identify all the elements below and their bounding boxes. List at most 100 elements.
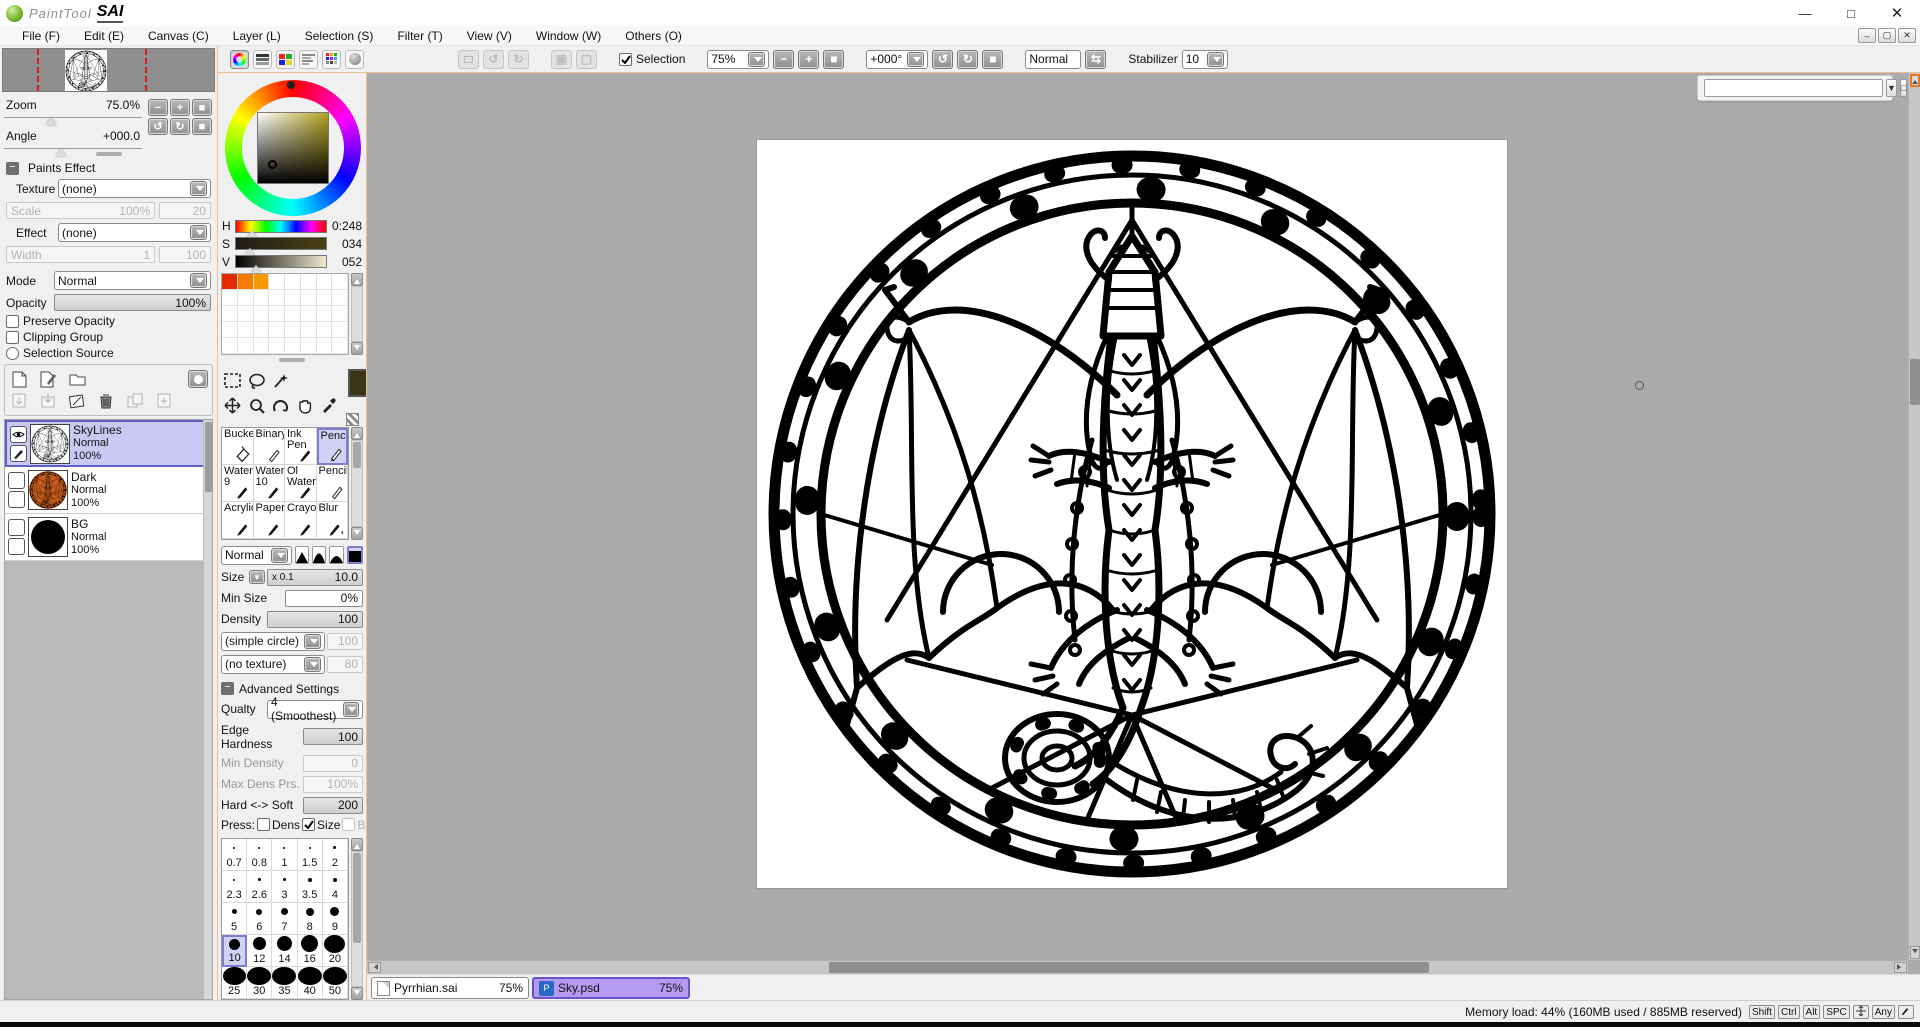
brush-shape-square-selected[interactable] xyxy=(347,546,363,564)
brush-size-item[interactable]: 30 xyxy=(247,967,272,999)
scroll-down-arrow[interactable] xyxy=(1910,946,1920,959)
close-button[interactable]: ✕ xyxy=(1874,0,1920,26)
size-unit-button[interactable]: ▼ xyxy=(249,570,265,584)
brush-size-item[interactable]: 14 xyxy=(272,935,297,967)
swatch[interactable] xyxy=(269,274,285,290)
brush-size-item[interactable]: 50 xyxy=(323,967,348,999)
saturation-value-square[interactable] xyxy=(257,112,329,184)
brush-shape-flat[interactable] xyxy=(329,546,344,564)
swatch[interactable] xyxy=(222,322,238,338)
brush-size-item[interactable]: 4 xyxy=(323,871,348,903)
vertical-scroll-thumb[interactable] xyxy=(1910,359,1920,405)
tab-sky-psd[interactable]: P Sky.psd 75% xyxy=(532,977,690,999)
swatch[interactable] xyxy=(269,290,285,306)
brush-size-item[interactable]: 1.5 xyxy=(298,839,323,871)
view-zoom-combo[interactable]: 75% xyxy=(707,50,769,69)
layer-row-skylines[interactable]: SkyLines Normal 100% xyxy=(5,420,212,467)
tool-oil-water[interactable]: Ol Water xyxy=(285,465,317,502)
rotate-cw-button[interactable]: ↻ xyxy=(170,118,190,135)
swatch[interactable] xyxy=(269,306,285,322)
rotate-reset-button[interactable]: ■ xyxy=(192,118,212,135)
brush-size-item[interactable]: 6 xyxy=(247,903,272,935)
layer-visible-toggle[interactable] xyxy=(8,519,25,536)
chevron-down-icon[interactable] xyxy=(748,52,765,67)
menu-edit[interactable]: Edit (E) xyxy=(72,29,136,43)
swatch[interactable] xyxy=(285,274,301,290)
menu-selection[interactable]: Selection (S) xyxy=(293,29,386,43)
view-angle-combo[interactable]: +000° xyxy=(866,50,928,69)
layer-row-dark[interactable]: Dark Normal 100% xyxy=(5,467,212,514)
menu-view[interactable]: View (V) xyxy=(455,29,524,43)
paints-effect-header[interactable]: − Paints Effect xyxy=(0,159,217,177)
selection-extract-button[interactable] xyxy=(458,50,479,69)
move-tool-icon[interactable] xyxy=(221,394,244,418)
navigator-preview[interactable] xyxy=(2,48,215,92)
layer-row-bg[interactable]: BG Normal 100% xyxy=(5,514,212,561)
brush-size-item[interactable]: 0.8 xyxy=(247,839,272,871)
color-sliders-panel-icon[interactable] xyxy=(253,50,272,69)
view-zoom-out-button[interactable]: − xyxy=(773,50,794,69)
brush-texture-select[interactable]: (no texture) xyxy=(221,655,325,674)
view-rotate-ccw-button[interactable]: ↺ xyxy=(932,50,953,69)
rotate-ccw-button[interactable]: ↺ xyxy=(148,118,168,135)
swatch[interactable] xyxy=(254,306,270,322)
tool-water-9[interactable]: Water 9 xyxy=(222,465,254,502)
lasso-icon[interactable] xyxy=(245,369,268,393)
swatch[interactable] xyxy=(222,338,238,354)
quick-search-input[interactable] xyxy=(1704,79,1883,97)
chevron-down-icon[interactable] xyxy=(190,273,207,288)
edge-hardness-bar[interactable]: 100 xyxy=(303,728,363,745)
swatch[interactable] xyxy=(317,306,333,322)
layer-visible-toggle[interactable] xyxy=(8,472,25,489)
new-layer-icon[interactable] xyxy=(9,370,29,388)
swatch[interactable] xyxy=(254,322,270,338)
navigator-zoom-slider[interactable]: Zoom 75.0% xyxy=(4,96,142,118)
flip-view-button[interactable]: ⇆ xyxy=(1085,50,1106,69)
chevron-down-icon[interactable]: ▼ xyxy=(1886,79,1897,97)
swatch[interactable] xyxy=(238,274,254,290)
chevron-down-icon[interactable] xyxy=(304,657,321,672)
rect-select-icon[interactable] xyxy=(221,369,244,393)
swatch[interactable] xyxy=(332,322,348,338)
tool-crayon[interactable]: Crayon xyxy=(285,502,317,539)
clipping-group-checkbox[interactable] xyxy=(6,331,19,344)
menu-window[interactable]: Window (W) xyxy=(524,29,613,43)
selection-source-radio[interactable] xyxy=(6,347,19,360)
brush-size-item[interactable]: 0.7 xyxy=(222,839,247,871)
tool-blur[interactable]: Blur xyxy=(317,502,349,539)
rotate-tool-icon[interactable] xyxy=(269,394,292,418)
zoom-reset-button[interactable]: ■ xyxy=(192,99,212,116)
tool-water-10[interactable]: Water 10 xyxy=(254,465,286,502)
quality-select[interactable]: 4 (Smoothest) xyxy=(267,700,363,719)
deselect-button[interactable]: ▣ xyxy=(551,50,572,69)
canvas-document[interactable] xyxy=(757,140,1507,888)
selection-visible-checkbox[interactable] xyxy=(619,53,632,66)
doc-restore-button[interactable]: ▢ xyxy=(1878,28,1896,43)
minimize-button[interactable]: — xyxy=(1782,0,1828,26)
swatch[interactable] xyxy=(269,322,285,338)
chevron-down-icon[interactable] xyxy=(907,52,924,67)
layer-opacity-bar[interactable]: 100% xyxy=(54,294,211,311)
brush-size-item[interactable]: 1 xyxy=(272,839,297,871)
swatch[interactable] xyxy=(254,290,270,306)
brush-size-bar[interactable]: x 0.110.0 xyxy=(267,569,363,586)
brush-size-item[interactable]: 3 xyxy=(272,871,297,903)
swatch[interactable] xyxy=(238,338,254,354)
brush-size-item[interactable]: 35 xyxy=(272,967,297,999)
invert-selection-button[interactable]: ▢ xyxy=(576,50,597,69)
scroll-up-arrow[interactable] xyxy=(1910,74,1920,87)
chevron-down-icon[interactable] xyxy=(190,225,207,240)
view-rotate-reset-button[interactable]: ■ xyxy=(982,50,1003,69)
panel-grip[interactable] xyxy=(96,152,122,156)
chevron-down-icon[interactable] xyxy=(304,634,321,649)
color-wheel[interactable] xyxy=(221,75,363,217)
layer-mask-icon[interactable] xyxy=(188,370,208,388)
doc-minimize-button[interactable]: – xyxy=(1858,28,1876,43)
panel-grip[interactable] xyxy=(279,358,305,362)
swatch[interactable] xyxy=(285,306,301,322)
advanced-settings-header[interactable]: − Advanced Settings xyxy=(221,682,363,696)
menu-filter[interactable]: Filter (T) xyxy=(385,29,454,43)
horizontal-scrollbar[interactable] xyxy=(367,960,1908,974)
copy-layer-icon[interactable] xyxy=(125,392,145,410)
chevron-down-icon[interactable] xyxy=(190,181,207,196)
